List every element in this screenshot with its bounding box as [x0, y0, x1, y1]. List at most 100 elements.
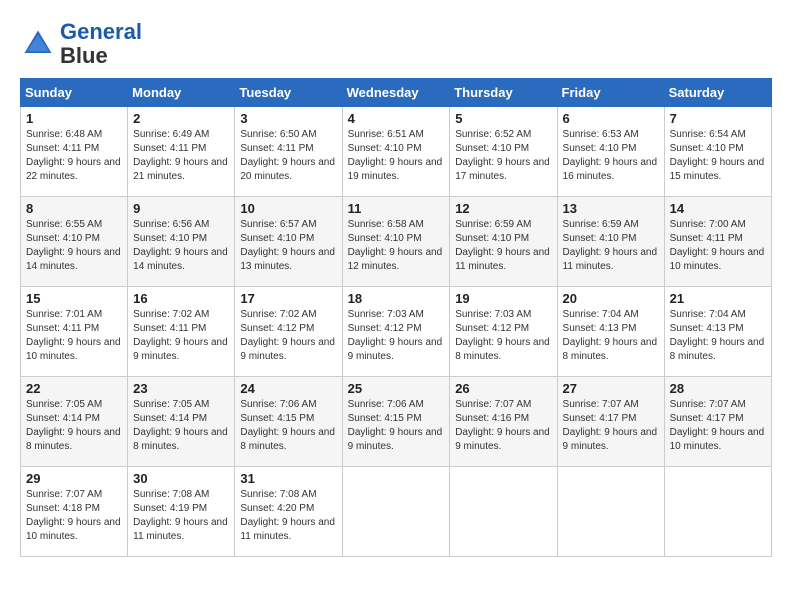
day-info: Sunrise: 6:50 AMSunset: 4:11 PMDaylight:… [240, 129, 335, 182]
calendar-cell [664, 467, 771, 557]
day-number: 20 [563, 291, 659, 306]
day-info: Sunrise: 6:59 AMSunset: 4:10 PMDaylight:… [455, 219, 550, 272]
day-number: 11 [348, 201, 445, 216]
calendar-week-2: 8 Sunrise: 6:55 AMSunset: 4:10 PMDayligh… [21, 197, 772, 287]
weekday-monday: Monday [128, 79, 235, 107]
calendar-cell: 16 Sunrise: 7:02 AMSunset: 4:11 PMDaylig… [128, 287, 235, 377]
calendar-cell: 31 Sunrise: 7:08 AMSunset: 4:20 PMDaylig… [235, 467, 342, 557]
day-number: 27 [563, 381, 659, 396]
weekday-friday: Friday [557, 79, 664, 107]
day-info: Sunrise: 6:49 AMSunset: 4:11 PMDaylight:… [133, 129, 228, 182]
day-number: 7 [670, 111, 766, 126]
day-number: 4 [348, 111, 445, 126]
day-info: Sunrise: 7:05 AMSunset: 4:14 PMDaylight:… [26, 399, 121, 452]
day-info: Sunrise: 6:57 AMSunset: 4:10 PMDaylight:… [240, 219, 335, 272]
day-info: Sunrise: 7:01 AMSunset: 4:11 PMDaylight:… [26, 309, 121, 362]
calendar-cell: 6 Sunrise: 6:53 AMSunset: 4:10 PMDayligh… [557, 107, 664, 197]
logo-text: GeneralBlue [60, 20, 142, 68]
day-info: Sunrise: 7:06 AMSunset: 4:15 PMDaylight:… [240, 399, 335, 452]
day-number: 12 [455, 201, 551, 216]
calendar-table: SundayMondayTuesdayWednesdayThursdayFrid… [20, 78, 772, 557]
day-number: 18 [348, 291, 445, 306]
calendar-cell: 27 Sunrise: 7:07 AMSunset: 4:17 PMDaylig… [557, 377, 664, 467]
day-info: Sunrise: 7:07 AMSunset: 4:17 PMDaylight:… [670, 399, 765, 452]
calendar-cell: 5 Sunrise: 6:52 AMSunset: 4:10 PMDayligh… [450, 107, 557, 197]
calendar-cell: 20 Sunrise: 7:04 AMSunset: 4:13 PMDaylig… [557, 287, 664, 377]
weekday-saturday: Saturday [664, 79, 771, 107]
day-info: Sunrise: 7:04 AMSunset: 4:13 PMDaylight:… [563, 309, 658, 362]
calendar-cell: 2 Sunrise: 6:49 AMSunset: 4:11 PMDayligh… [128, 107, 235, 197]
day-info: Sunrise: 6:48 AMSunset: 4:11 PMDaylight:… [26, 129, 121, 182]
calendar-cell: 22 Sunrise: 7:05 AMSunset: 4:14 PMDaylig… [21, 377, 128, 467]
day-info: Sunrise: 7:07 AMSunset: 4:18 PMDaylight:… [26, 489, 121, 542]
day-number: 15 [26, 291, 122, 306]
day-info: Sunrise: 6:55 AMSunset: 4:10 PMDaylight:… [26, 219, 121, 272]
page-header: GeneralBlue [20, 20, 772, 68]
calendar-cell [450, 467, 557, 557]
day-info: Sunrise: 7:07 AMSunset: 4:17 PMDaylight:… [563, 399, 658, 452]
day-number: 26 [455, 381, 551, 396]
calendar-cell: 10 Sunrise: 6:57 AMSunset: 4:10 PMDaylig… [235, 197, 342, 287]
day-info: Sunrise: 7:00 AMSunset: 4:11 PMDaylight:… [670, 219, 765, 272]
calendar-cell: 13 Sunrise: 6:59 AMSunset: 4:10 PMDaylig… [557, 197, 664, 287]
day-info: Sunrise: 6:56 AMSunset: 4:10 PMDaylight:… [133, 219, 228, 272]
day-number: 23 [133, 381, 229, 396]
calendar-week-3: 15 Sunrise: 7:01 AMSunset: 4:11 PMDaylig… [21, 287, 772, 377]
day-number: 17 [240, 291, 336, 306]
logo-icon [20, 26, 56, 62]
day-info: Sunrise: 6:54 AMSunset: 4:10 PMDaylight:… [670, 129, 765, 182]
day-info: Sunrise: 6:53 AMSunset: 4:10 PMDaylight:… [563, 129, 658, 182]
day-number: 9 [133, 201, 229, 216]
calendar-cell: 11 Sunrise: 6:58 AMSunset: 4:10 PMDaylig… [342, 197, 450, 287]
weekday-header-row: SundayMondayTuesdayWednesdayThursdayFrid… [21, 79, 772, 107]
day-number: 29 [26, 471, 122, 486]
calendar-cell: 9 Sunrise: 6:56 AMSunset: 4:10 PMDayligh… [128, 197, 235, 287]
calendar-cell [557, 467, 664, 557]
day-number: 24 [240, 381, 336, 396]
calendar-cell: 28 Sunrise: 7:07 AMSunset: 4:17 PMDaylig… [664, 377, 771, 467]
calendar-cell: 19 Sunrise: 7:03 AMSunset: 4:12 PMDaylig… [450, 287, 557, 377]
day-info: Sunrise: 7:02 AMSunset: 4:12 PMDaylight:… [240, 309, 335, 362]
day-info: Sunrise: 6:58 AMSunset: 4:10 PMDaylight:… [348, 219, 443, 272]
calendar-cell: 8 Sunrise: 6:55 AMSunset: 4:10 PMDayligh… [21, 197, 128, 287]
day-info: Sunrise: 7:08 AMSunset: 4:19 PMDaylight:… [133, 489, 228, 542]
day-number: 28 [670, 381, 766, 396]
day-info: Sunrise: 7:03 AMSunset: 4:12 PMDaylight:… [348, 309, 443, 362]
day-info: Sunrise: 7:05 AMSunset: 4:14 PMDaylight:… [133, 399, 228, 452]
calendar-cell: 21 Sunrise: 7:04 AMSunset: 4:13 PMDaylig… [664, 287, 771, 377]
logo: GeneralBlue [20, 20, 142, 68]
calendar-cell: 3 Sunrise: 6:50 AMSunset: 4:11 PMDayligh… [235, 107, 342, 197]
day-number: 8 [26, 201, 122, 216]
day-number: 22 [26, 381, 122, 396]
calendar-cell: 14 Sunrise: 7:00 AMSunset: 4:11 PMDaylig… [664, 197, 771, 287]
calendar-cell [342, 467, 450, 557]
day-info: Sunrise: 7:07 AMSunset: 4:16 PMDaylight:… [455, 399, 550, 452]
calendar-week-1: 1 Sunrise: 6:48 AMSunset: 4:11 PMDayligh… [21, 107, 772, 197]
calendar-cell: 25 Sunrise: 7:06 AMSunset: 4:15 PMDaylig… [342, 377, 450, 467]
calendar-cell: 1 Sunrise: 6:48 AMSunset: 4:11 PMDayligh… [21, 107, 128, 197]
day-number: 21 [670, 291, 766, 306]
calendar-week-5: 29 Sunrise: 7:07 AMSunset: 4:18 PMDaylig… [21, 467, 772, 557]
day-number: 16 [133, 291, 229, 306]
calendar-cell: 18 Sunrise: 7:03 AMSunset: 4:12 PMDaylig… [342, 287, 450, 377]
calendar-cell: 12 Sunrise: 6:59 AMSunset: 4:10 PMDaylig… [450, 197, 557, 287]
day-number: 10 [240, 201, 336, 216]
day-number: 19 [455, 291, 551, 306]
day-number: 31 [240, 471, 336, 486]
day-number: 3 [240, 111, 336, 126]
weekday-tuesday: Tuesday [235, 79, 342, 107]
day-number: 6 [563, 111, 659, 126]
day-info: Sunrise: 7:04 AMSunset: 4:13 PMDaylight:… [670, 309, 765, 362]
day-info: Sunrise: 7:02 AMSunset: 4:11 PMDaylight:… [133, 309, 228, 362]
weekday-thursday: Thursday [450, 79, 557, 107]
day-info: Sunrise: 6:52 AMSunset: 4:10 PMDaylight:… [455, 129, 550, 182]
calendar-cell: 24 Sunrise: 7:06 AMSunset: 4:15 PMDaylig… [235, 377, 342, 467]
day-info: Sunrise: 6:51 AMSunset: 4:10 PMDaylight:… [348, 129, 443, 182]
day-info: Sunrise: 7:08 AMSunset: 4:20 PMDaylight:… [240, 489, 335, 542]
calendar-week-4: 22 Sunrise: 7:05 AMSunset: 4:14 PMDaylig… [21, 377, 772, 467]
day-number: 1 [26, 111, 122, 126]
day-number: 2 [133, 111, 229, 126]
calendar-cell: 15 Sunrise: 7:01 AMSunset: 4:11 PMDaylig… [21, 287, 128, 377]
calendar-body: 1 Sunrise: 6:48 AMSunset: 4:11 PMDayligh… [21, 107, 772, 557]
day-number: 13 [563, 201, 659, 216]
